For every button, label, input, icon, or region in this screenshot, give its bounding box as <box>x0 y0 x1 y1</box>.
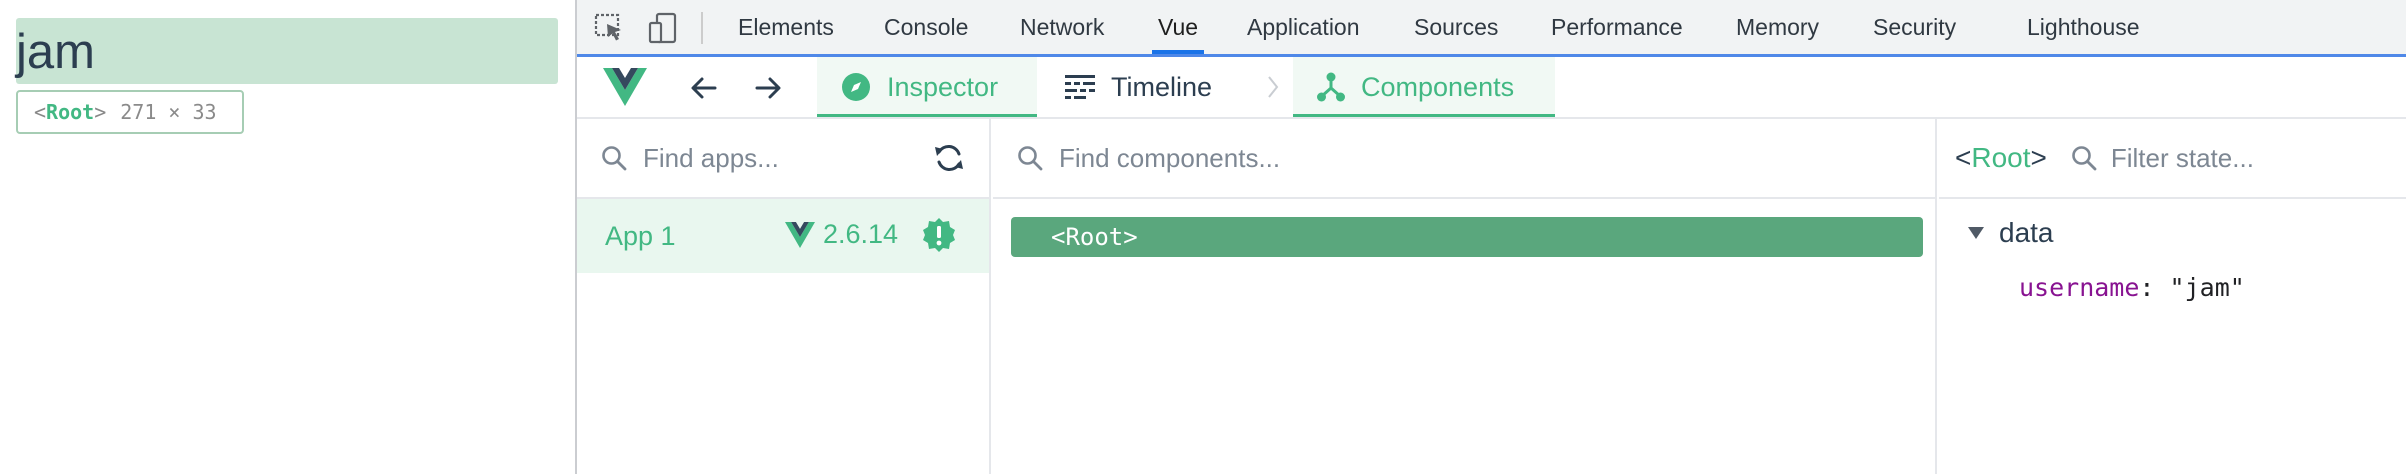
vue-devtools-toolbar: Inspector Timeline Components <box>577 57 2406 119</box>
element-highlight-overlay <box>16 18 558 84</box>
tab-memory[interactable]: Memory <box>1736 0 1819 54</box>
state-property[interactable]: username: "jam" <box>2019 273 2245 302</box>
vue-version-icon <box>785 221 815 248</box>
components-search-input[interactable] <box>1059 142 1559 174</box>
components-pane: <Root> <box>993 119 1937 474</box>
component-tree-icon <box>1317 72 1345 102</box>
state-tag-close: > <box>2030 142 2047 173</box>
tab-application[interactable]: Application <box>1247 0 1360 54</box>
timeline-icon <box>1065 74 1095 100</box>
devtools-panel: Elements Console Network Vue Application… <box>575 0 2406 474</box>
apps-pane: App 1 2.6.14 <box>577 119 991 474</box>
tab-elements[interactable]: Elements <box>738 0 834 54</box>
app-list-item[interactable]: App 1 2.6.14 <box>577 199 989 273</box>
search-icon <box>601 145 627 171</box>
tab-inspector[interactable]: Inspector <box>817 57 1037 117</box>
app-version-number: 2.6.14 <box>823 219 899 249</box>
tab-timeline[interactable]: Timeline <box>1065 57 1212 117</box>
components-search-row <box>993 119 1935 199</box>
state-pane: <Root> data username: "jam" <box>1939 119 2406 474</box>
state-tag-open: < <box>1955 142 1972 173</box>
filter-state-input[interactable] <box>2110 142 2311 174</box>
tooltip-dimensions: 271 × 33 <box>120 100 217 124</box>
tooltip-tag-open: < <box>34 100 47 124</box>
tab-sources[interactable]: Sources <box>1414 0 1498 54</box>
selected-component-title: <Root> <box>1955 142 2047 174</box>
inspected-page: jam < Root > 271 × 33 <box>0 0 575 474</box>
property-value: "jam" <box>2169 273 2245 302</box>
device-toolbar-icon[interactable] <box>647 12 681 44</box>
search-icon <box>1017 145 1043 171</box>
data-section-toggle[interactable]: data <box>1967 217 2054 249</box>
vue-logo-icon <box>603 68 647 111</box>
page-text: jam <box>16 25 95 79</box>
tab-components[interactable]: Components <box>1293 57 1555 117</box>
chevron-right-icon <box>1263 73 1283 101</box>
tab-lighthouse[interactable]: Lighthouse <box>2027 0 2140 54</box>
apps-search-input[interactable] <box>643 142 903 174</box>
property-colon: : <box>2139 273 2155 302</box>
warning-badge-icon[interactable] <box>921 217 957 258</box>
forward-arrow-icon[interactable] <box>751 71 785 105</box>
tab-network[interactable]: Network <box>1020 0 1104 54</box>
inspect-element-icon[interactable] <box>593 12 627 44</box>
toolbar-separator <box>701 12 703 44</box>
back-arrow-icon[interactable] <box>687 71 721 105</box>
state-header: <Root> <box>1939 119 2406 199</box>
tooltip-component-name: Root <box>46 100 95 124</box>
tab-console[interactable]: Console <box>884 0 968 54</box>
tab-security[interactable]: Security <box>1873 0 1956 54</box>
tab-components-label: Components <box>1361 71 1515 102</box>
component-tooltip: < Root > 271 × 33 <box>16 90 244 134</box>
tab-vue[interactable]: Vue <box>1151 0 1205 54</box>
data-section-label: data <box>1999 217 2054 248</box>
tab-inspector-label: Inspector <box>887 71 999 102</box>
state-component-name: Root <box>1971 142 2031 173</box>
search-icon <box>2071 145 2097 171</box>
tab-performance[interactable]: Performance <box>1551 0 1683 54</box>
caret-down-icon <box>1967 226 1985 240</box>
app-version: 2.6.14 <box>785 219 898 250</box>
tooltip-tag-close: > <box>94 100 107 124</box>
tab-timeline-label: Timeline <box>1111 71 1213 102</box>
app-name: App 1 <box>605 220 676 251</box>
property-key: username <box>2019 273 2140 302</box>
refresh-icon[interactable] <box>933 143 965 178</box>
compass-icon <box>841 72 871 102</box>
component-tree-item[interactable]: <Root> <box>1011 217 1923 257</box>
devtools-tabbar: Elements Console Network Vue Application… <box>577 0 2406 57</box>
apps-search-row <box>577 119 989 199</box>
